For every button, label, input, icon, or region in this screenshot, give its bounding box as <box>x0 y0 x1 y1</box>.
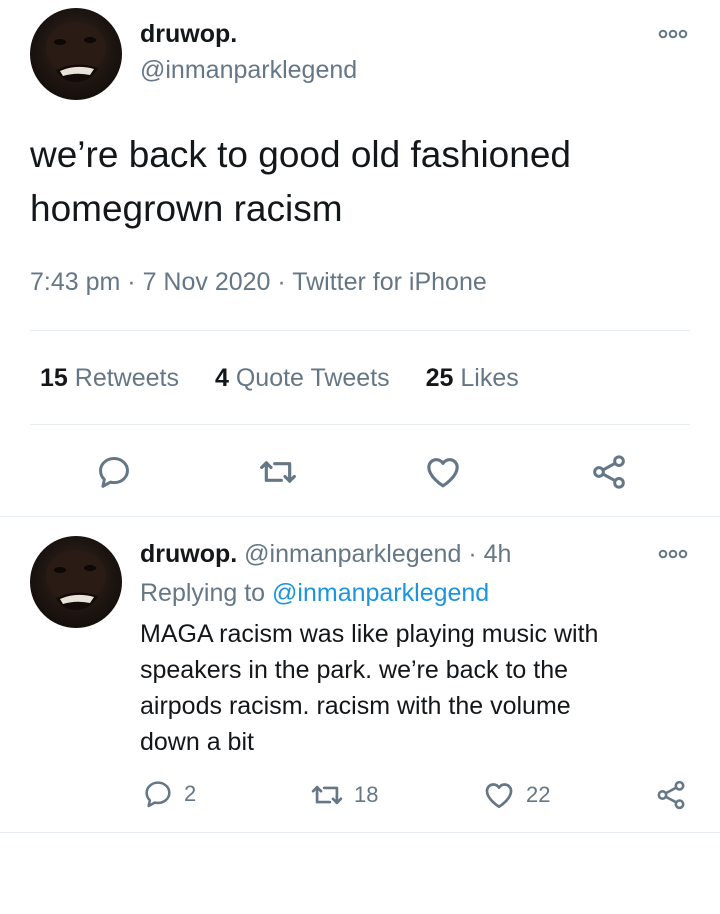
retweets-label: Retweets <box>74 364 179 392</box>
reply-icon <box>145 781 171 808</box>
reply-share-button[interactable] <box>654 778 688 812</box>
author-avatar[interactable] <box>30 8 122 100</box>
reply-reply-button[interactable]: 2 <box>142 778 196 810</box>
reply-age[interactable]: 4h <box>484 540 512 568</box>
avatar-photo <box>46 22 106 82</box>
reply-icon <box>99 457 129 488</box>
like-button[interactable] <box>420 450 466 494</box>
quote-tweets-stat[interactable]: 4 Quote Tweets <box>215 364 390 393</box>
reply-text-line: MAGA racism was like playing music with <box>140 620 599 648</box>
reply-text: MAGA racism was like playing music with … <box>140 616 598 760</box>
tweet-text-line: we’re back to good old fashioned <box>30 134 571 175</box>
reply-text-line: airpods racism. racism with the volume <box>140 692 571 720</box>
reply-text-line: down a bit <box>140 728 254 756</box>
tweet-text: we’re back to good old fashioned homegro… <box>30 128 571 236</box>
reply-more-icon[interactable] <box>658 547 688 561</box>
like-count: 22 <box>526 782 551 807</box>
retweet-icon <box>260 461 296 483</box>
tweet-time[interactable]: 7:43 pm <box>30 268 120 296</box>
author-handle[interactable]: @inmanparklegend <box>140 56 357 85</box>
divider <box>0 516 720 517</box>
divider <box>0 832 720 833</box>
tweet-stats: 15 Retweets 4 Quote Tweets 25 Likes <box>40 364 519 393</box>
reply-text-line: speakers in the park. we’re back to the <box>140 656 569 684</box>
reply-retweet-button[interactable]: 18 <box>310 778 378 812</box>
share-icon <box>593 455 625 489</box>
retweets-count: 15 <box>40 364 68 392</box>
avatar-photo <box>46 550 106 610</box>
replying-to-prefix: Replying to <box>140 579 266 607</box>
author-name[interactable]: druwop. <box>140 20 237 49</box>
likes-stat[interactable]: 25 Likes <box>426 364 519 393</box>
retweet-button[interactable] <box>254 450 302 494</box>
tweet-source[interactable]: Twitter for iPhone <box>292 268 487 296</box>
replying-to: Replying to @inmanparklegend <box>140 579 489 608</box>
more-icon[interactable] <box>658 27 688 41</box>
likes-label: Likes <box>460 364 519 392</box>
divider <box>30 424 690 425</box>
likes-count: 25 <box>425 364 454 392</box>
tweet-text-line: homegrown racism <box>30 188 343 229</box>
meta-separator: · <box>468 540 477 568</box>
tweet-date[interactable]: 7 Nov 2020 <box>143 268 271 296</box>
retweet-icon <box>311 785 343 805</box>
divider <box>30 330 690 331</box>
like-icon <box>427 458 459 488</box>
reply-author-handle[interactable]: @inmanparklegend <box>244 540 461 568</box>
reply-count: 2 <box>184 781 197 806</box>
reply-header: druwop. @inmanparklegend · 4h <box>140 540 511 569</box>
share-icon <box>657 780 685 810</box>
quote-tweets-count: 4 <box>214 364 229 392</box>
replying-to-link[interactable]: @inmanparklegend <box>272 579 489 607</box>
reply-author-avatar[interactable] <box>30 536 122 628</box>
share-button[interactable] <box>586 450 632 494</box>
reply-button[interactable] <box>92 450 136 494</box>
like-icon <box>485 783 513 809</box>
reply-like-button[interactable]: 22 <box>482 778 550 812</box>
quote-tweets-label: Quote Tweets <box>235 364 390 392</box>
retweets-stat[interactable]: 15 Retweets <box>40 364 179 393</box>
meta-separator: · <box>277 268 286 296</box>
meta-separator: · <box>127 268 136 296</box>
reply-author-name[interactable]: druwop. <box>140 540 237 568</box>
tweet-meta: 7:43 pm · 7 Nov 2020 · Twitter for iPhon… <box>30 268 487 297</box>
retweet-count: 18 <box>354 782 379 807</box>
